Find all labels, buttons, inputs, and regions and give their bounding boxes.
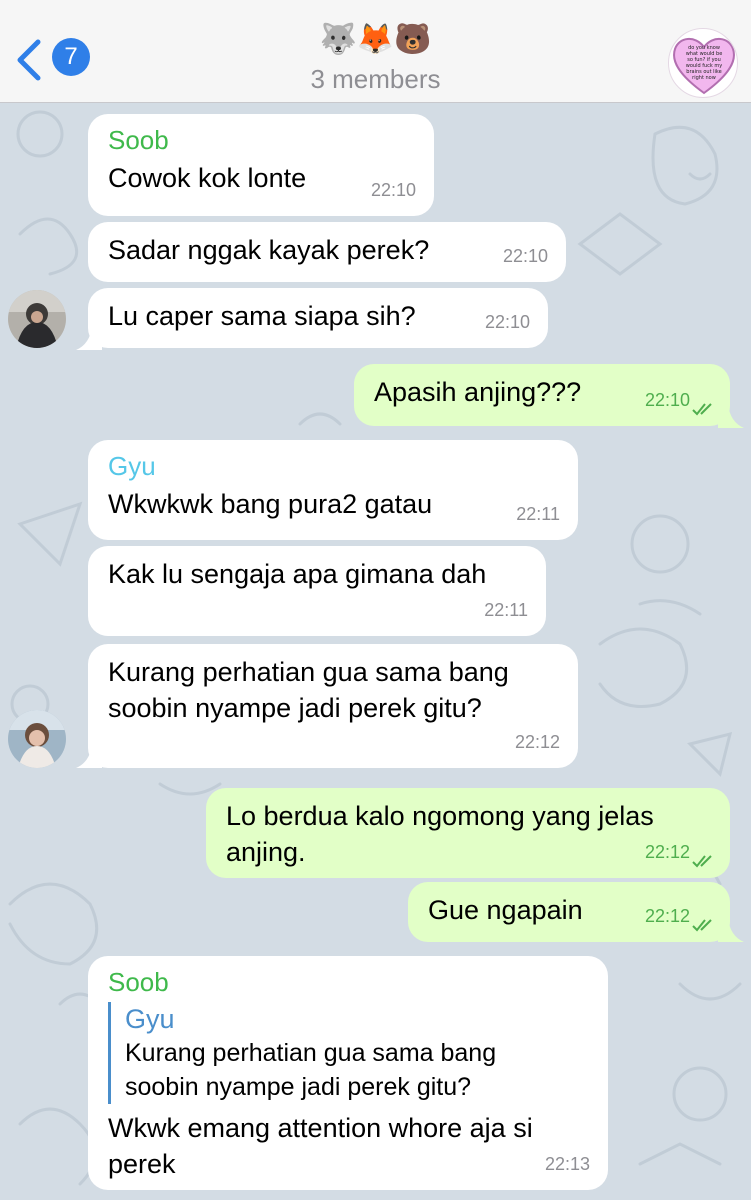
message-text: Wkwkwk bang pura2 gatau: [108, 489, 433, 519]
message-time: 22:11: [484, 600, 528, 620]
message-text: Lo berdua kalo ngomong yang jelas anjing…: [226, 801, 654, 867]
sender-name: Soob: [108, 125, 169, 155]
message-bubble-incoming[interactable]: Sadar nggak kayak perek? 22:10: [88, 222, 566, 282]
double-check-icon: [692, 855, 712, 868]
message-bubble-outgoing[interactable]: Gue ngapain 22:12: [408, 882, 730, 942]
message-bubble-incoming[interactable]: Lu caper sama siapa sih? 22:10: [88, 288, 548, 348]
message-bubble-incoming[interactable]: Kurang perhatian gua sama bang soobin ny…: [88, 644, 578, 768]
avatar[interactable]: [8, 290, 66, 348]
message-bubble-outgoing[interactable]: Apasih anjing??? 22:10: [354, 364, 730, 426]
avatar[interactable]: [8, 710, 66, 768]
double-check-icon: [692, 919, 712, 932]
message-bubble-incoming[interactable]: Gyu Wkwkwk bang pura2 gatau 22:11: [88, 440, 578, 540]
message-time: 22:10: [370, 180, 416, 200]
message-time: 22:10: [484, 312, 530, 332]
soob-avatar-photo: [8, 290, 66, 348]
reply-quote[interactable]: Gyu Kurang perhatian gua sama bang soobi…: [108, 1002, 588, 1104]
message-bubble-outgoing[interactable]: Lo berdua kalo ngomong yang jelas anjing…: [206, 788, 730, 878]
group-avatar[interactable]: do you know what would be so fun? if you…: [668, 28, 738, 98]
message-list[interactable]: Soob Cowok kok lonte 22:10 Sadar nggak k…: [0, 104, 751, 1200]
message-bubble-incoming[interactable]: Kak lu sengaja apa gimana dah 22:11: [88, 546, 546, 636]
message-time: 22:12: [514, 732, 560, 752]
message-text: Lu caper sama siapa sih?: [108, 301, 416, 331]
message-text: Sadar nggak kayak perek?: [108, 235, 430, 265]
chat-header: 7 🐺🦊🐻 3 members do you know what would b…: [0, 0, 751, 103]
message-text: Wkwk emang attention whore aja si perek: [108, 1113, 533, 1179]
avatar-caption: do you know what would be so fun? if you…: [685, 45, 723, 81]
message-time: 22:12: [644, 842, 690, 862]
reply-text: Kurang perhatian gua sama bang soobin ny…: [125, 1039, 497, 1101]
message-time: 22:12: [644, 906, 690, 926]
sender-name: Soob: [108, 967, 169, 997]
message-text: Kurang perhatian gua sama bang soobin ny…: [108, 657, 509, 723]
bubble-tail: [76, 326, 102, 350]
message-time: 22:13: [544, 1154, 590, 1174]
bubble-tail: [76, 744, 102, 768]
message-time: 22:10: [502, 246, 548, 266]
reply-sender-name: Gyu: [125, 1004, 175, 1034]
chat-title[interactable]: 🐺🦊🐻: [0, 22, 751, 58]
member-count: 3 members: [310, 64, 441, 94]
message-text: Cowok kok lonte: [108, 163, 307, 193]
message-bubble-incoming[interactable]: Soob Gyu Kurang perhatian gua sama bang …: [88, 956, 608, 1190]
message-text: Kak lu sengaja apa gimana dah: [108, 559, 487, 589]
double-check-icon: [692, 403, 712, 416]
sender-name: Gyu: [108, 451, 156, 481]
bubble-tail: [718, 404, 744, 428]
message-time: 22:11: [516, 504, 560, 524]
bubble-tail: [718, 918, 744, 942]
message-bubble-incoming[interactable]: Soob Cowok kok lonte 22:10: [88, 114, 434, 216]
gyu-avatar-photo: [8, 710, 66, 768]
message-time: 22:10: [644, 390, 690, 410]
